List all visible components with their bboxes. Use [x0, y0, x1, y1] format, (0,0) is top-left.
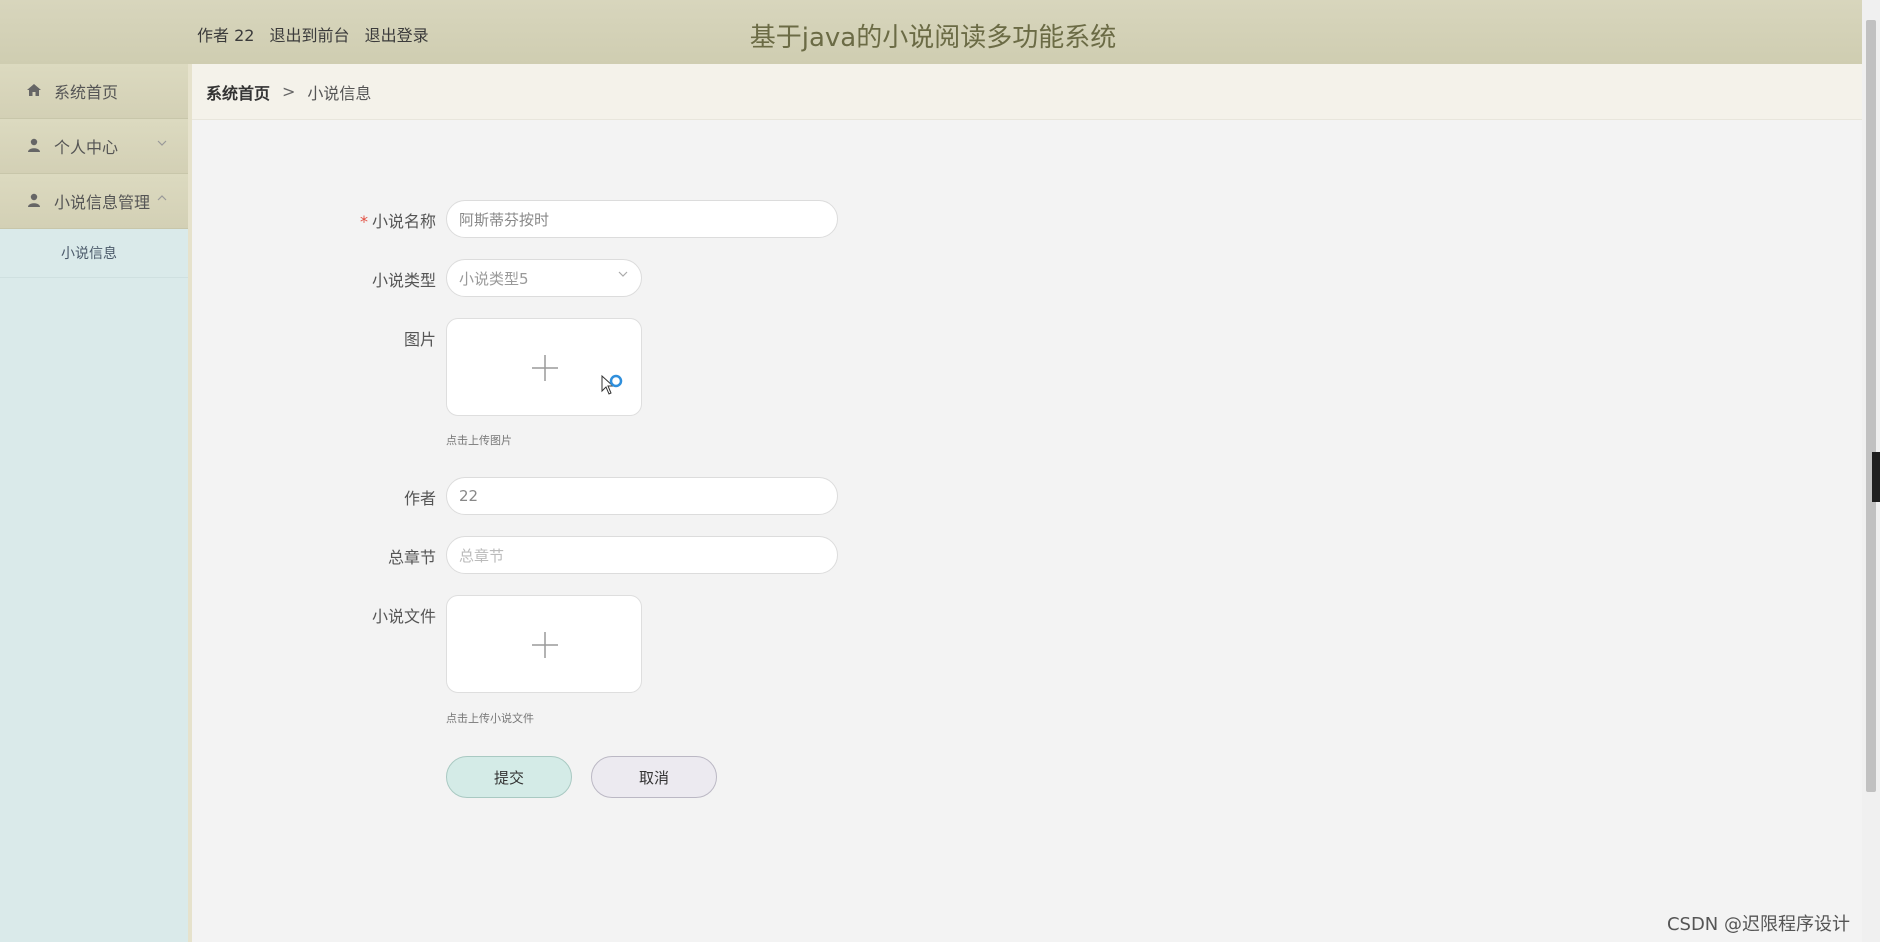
- cancel-button[interactable]: 取消: [591, 756, 717, 798]
- plus-icon: [530, 353, 560, 383]
- user-icon: [26, 137, 44, 155]
- watermark: CSDN @迟限程序设计: [1666, 914, 1850, 935]
- file-upload-hint: 点击上传小说文件: [446, 712, 534, 725]
- user-icon: [26, 192, 44, 210]
- author-input[interactable]: 22: [446, 477, 838, 515]
- sidebar-subitem-novel-info[interactable]: 小说信息: [0, 229, 188, 278]
- chevron-down-icon: [156, 137, 168, 152]
- novel-type-value: 小说类型5: [459, 269, 529, 288]
- image-upload-hint: 点击上传图片: [446, 434, 512, 447]
- sidebar-item-label: 小说信息管理: [54, 193, 151, 212]
- scrollbar-thumb[interactable]: [1866, 20, 1876, 792]
- novel-type-label: 小说类型: [371, 271, 436, 290]
- breadcrumb-home[interactable]: 系统首页: [206, 80, 270, 104]
- file-upload-box[interactable]: [446, 595, 642, 693]
- sidebar-item-label: 个人中心: [54, 138, 119, 157]
- chevron-up-icon: [156, 192, 168, 207]
- required-mark: *: [359, 212, 368, 231]
- novel-name-input[interactable]: 阿斯蒂芬按时: [446, 200, 838, 238]
- submit-button[interactable]: 提交: [446, 756, 572, 798]
- chapters-input[interactable]: 总章节: [446, 536, 838, 574]
- author-label: 作者: [403, 489, 436, 508]
- sidebar: 系统首页 个人中心 小说信息管理 小说信息: [0, 64, 192, 942]
- scrollbar-marker: [1872, 452, 1880, 502]
- sidebar-item-novel-management[interactable]: 小说信息管理: [0, 174, 188, 229]
- novel-name-label: * 小说名称: [359, 212, 436, 231]
- chapters-label: 总章节: [387, 548, 436, 567]
- image-label: 图片: [403, 330, 436, 349]
- top-header: 作者 22 退出到前台 退出登录 基于java的小说阅读多功能系统: [0, 0, 1862, 65]
- sidebar-item-label: 系统首页: [54, 83, 119, 102]
- app-title: 基于java的小说阅读多功能系统: [749, 23, 1117, 53]
- plus-icon: [530, 630, 560, 660]
- file-label: 小说文件: [371, 607, 436, 626]
- sidebar-item-personal-center[interactable]: 个人中心: [0, 119, 188, 174]
- home-icon: [26, 82, 44, 100]
- novel-type-select[interactable]: 小说类型5: [446, 259, 642, 297]
- main-content: 系统首页 > 小说信息 * 小说名称 阿斯蒂芬按时 小说类型 小说类型5 图片 点…: [192, 64, 1862, 942]
- breadcrumb-separator: >: [282, 82, 296, 101]
- vertical-scrollbar[interactable]: [1862, 0, 1880, 942]
- chevron-down-icon: [617, 268, 629, 283]
- breadcrumb: 系统首页 > 小说信息: [192, 64, 1862, 120]
- sidebar-item-home[interactable]: 系统首页: [0, 64, 188, 119]
- breadcrumb-current: 小说信息: [307, 83, 372, 103]
- mouse-pointer-icon: [600, 374, 626, 404]
